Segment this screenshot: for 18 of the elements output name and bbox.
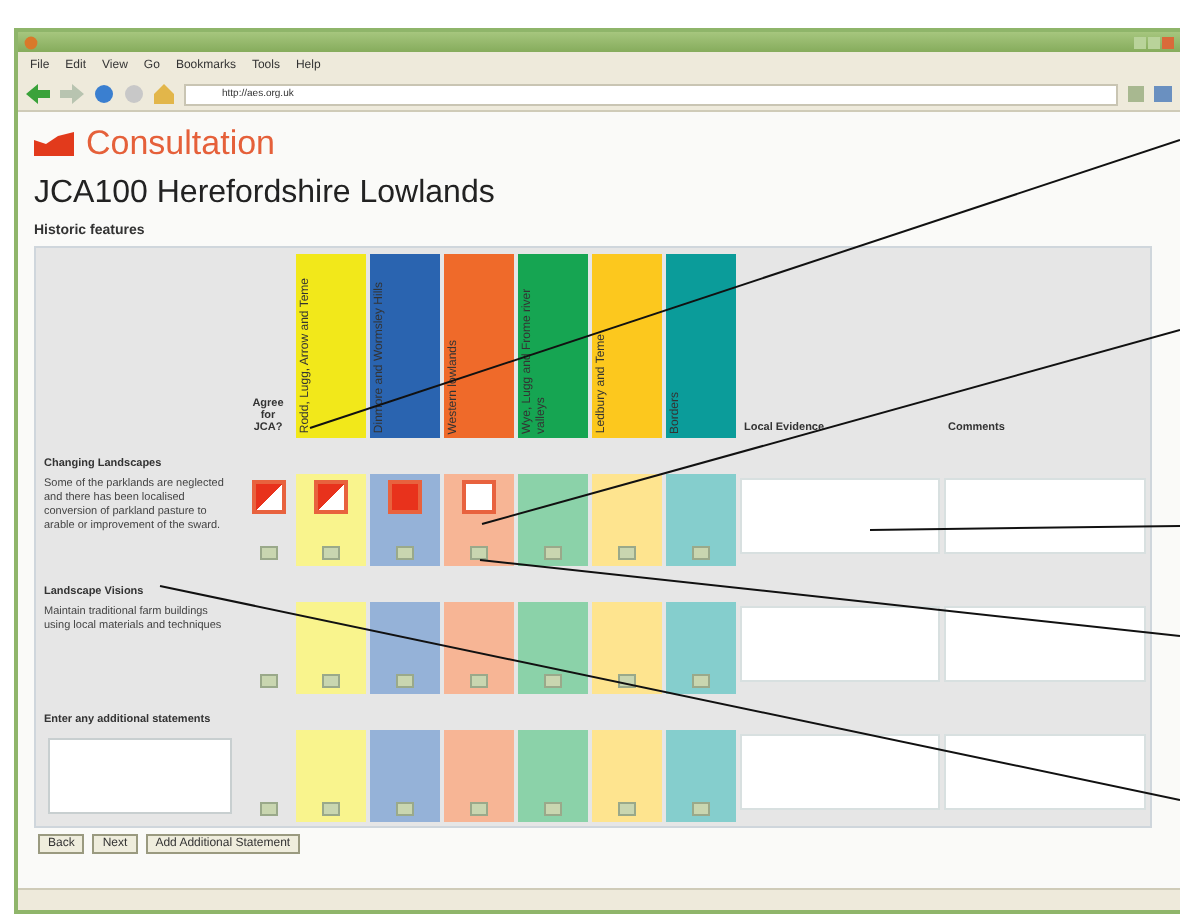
- comments-field[interactable]: [944, 478, 1146, 554]
- response-square[interactable]: [462, 480, 496, 514]
- window-controls-icon[interactable]: [1134, 35, 1174, 49]
- statement-field[interactable]: [48, 738, 232, 814]
- logo-icon: [34, 132, 74, 156]
- response-square[interactable]: [314, 480, 348, 514]
- forward-arrow-icon[interactable]: [60, 84, 84, 104]
- logo-text: Consultation: [86, 124, 276, 164]
- back-arrow-icon[interactable]: [26, 84, 50, 104]
- page-heading: JCA100 Herefordshire Lowlands: [34, 176, 497, 212]
- response-square[interactable]: [251, 480, 285, 514]
- comments-field[interactable]: [944, 734, 1146, 810]
- evidence-field[interactable]: [740, 734, 940, 810]
- comments-field[interactable]: [944, 606, 1146, 682]
- evidence-field[interactable]: [740, 478, 940, 554]
- evidence-field[interactable]: [740, 606, 940, 682]
- browser-icon: [24, 35, 38, 49]
- home-icon[interactable]: [154, 84, 174, 104]
